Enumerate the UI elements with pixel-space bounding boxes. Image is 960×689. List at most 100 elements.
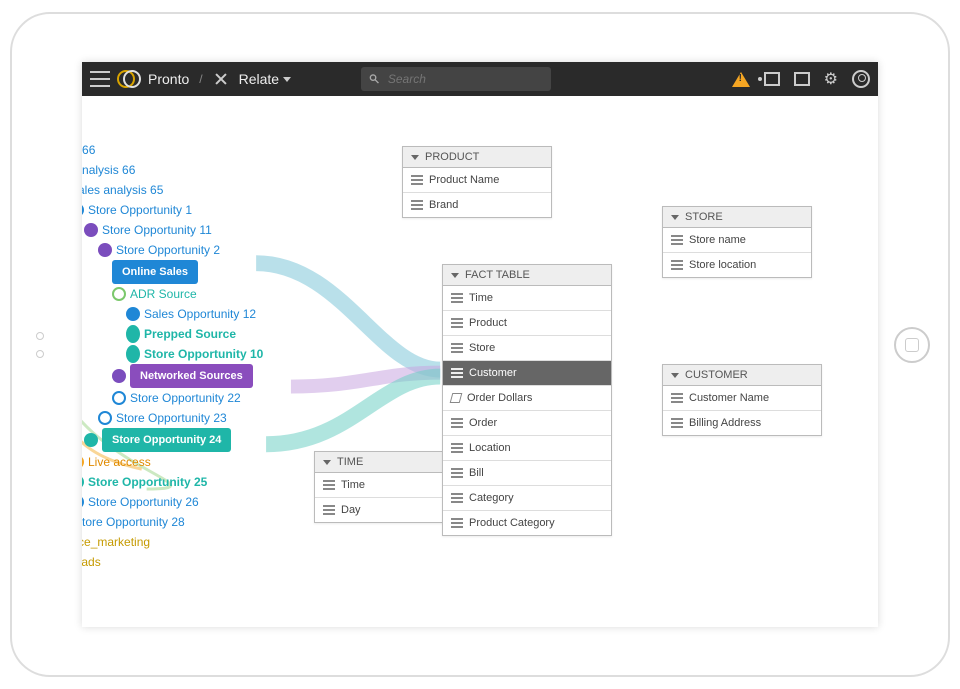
field-type-icon (671, 260, 683, 270)
tree-node[interactable]: Live access (82, 452, 302, 472)
panel-field-row[interactable]: Product (443, 311, 611, 336)
field-type-icon (451, 443, 463, 453)
panel-field-row[interactable]: Day (315, 498, 453, 522)
field-label: Time (469, 292, 493, 304)
settings-icon[interactable]: ⚙ (824, 69, 838, 89)
panel-field-row[interactable]: Category (443, 486, 611, 511)
panel-field-row[interactable]: Customer (443, 361, 611, 386)
field-label: Store (469, 342, 495, 354)
field-type-icon (451, 343, 463, 353)
node-pill: Networked Sources (130, 364, 253, 388)
panel-field-row[interactable]: Store (443, 336, 611, 361)
tree-node[interactable]: Networked Sources (82, 364, 302, 388)
panel-title: TIME (337, 456, 363, 468)
panel-field-row[interactable]: Time (315, 473, 453, 498)
workspace[interactable]: nalysis 66Sales analysis 66Sales analysi… (82, 96, 878, 627)
node-label: Store Opportunity 23 (116, 408, 227, 428)
node-label: Store Opportunity 1 (88, 200, 192, 220)
topbar-actions: ⚙ (732, 69, 870, 89)
field-label: Store location (689, 259, 756, 271)
field-label: Day (341, 504, 361, 516)
field-label: Category (469, 492, 514, 504)
present-icon[interactable] (764, 72, 780, 86)
panel-fact-table[interactable]: FACT TABLE Time Product Store Customer Order… (442, 264, 612, 536)
search-input[interactable] (386, 71, 543, 87)
tree-node[interactable]: Sales analysis 65 (82, 180, 302, 200)
panel-header[interactable]: PRODUCT (403, 147, 551, 168)
panel-field-row[interactable]: Product Category (443, 511, 611, 535)
node-label: Store Opportunity 22 (130, 388, 241, 408)
tree-node[interactable]: Store Opportunity 28 (82, 512, 302, 532)
tree-node[interactable]: nalysis 66 (82, 140, 302, 160)
field-type-icon (451, 293, 463, 303)
node-label: Store Opportunity 28 (82, 512, 185, 532)
tree-node[interactable]: Sales Opportunity 12 (82, 304, 302, 324)
tree-node[interactable]: Store Opportunity 2 (82, 240, 302, 260)
panel-customer[interactable]: CUSTOMER Customer NameBilling Address (662, 364, 822, 436)
tree-node[interactable]: ADR Source (82, 284, 302, 304)
search-box[interactable] (361, 67, 551, 91)
node-label: orce_leads (82, 552, 101, 572)
tree-node[interactable]: Store Opportunity 10 (82, 344, 302, 364)
panel-field-row[interactable]: Order Dollars (443, 386, 611, 411)
node-type-icon (84, 433, 98, 447)
node-label: Prepped Source (144, 324, 236, 344)
panel-field-row[interactable]: Customer Name (663, 386, 821, 411)
field-label: Order (469, 417, 497, 429)
node-label: alesforce_marketing (82, 532, 150, 552)
field-label: Order Dollars (467, 392, 532, 404)
panel-header[interactable]: STORE (663, 207, 811, 228)
tree-node[interactable]: Store Opportunity 1 (82, 200, 302, 220)
node-label: nalysis 66 (82, 140, 95, 160)
panel-header[interactable]: FACT TABLE (443, 265, 611, 286)
section-dropdown[interactable]: Relate (239, 71, 291, 87)
warning-icon[interactable] (732, 72, 750, 87)
node-label: Store Opportunity 2 (116, 240, 220, 260)
field-label: Location (469, 442, 511, 454)
panel-field-row[interactable]: Product Name (403, 168, 551, 193)
field-label: Time (341, 479, 365, 491)
panel-field-row[interactable]: Store name (663, 228, 811, 253)
panel-field-row[interactable]: Location (443, 436, 611, 461)
source-tree[interactable]: nalysis 66Sales analysis 66Sales analysi… (82, 140, 302, 572)
panel-field-row[interactable]: Bill (443, 461, 611, 486)
tree-node[interactable]: Store Opportunity 25 (82, 472, 302, 492)
node-type-icon (126, 345, 140, 363)
field-type-icon (671, 393, 683, 403)
tree-node[interactable]: Store Opportunity 22 (82, 388, 302, 408)
field-type-icon (450, 393, 463, 403)
tree-node[interactable]: alesforce_marketing (82, 532, 302, 552)
tree-node[interactable]: Online Sales (82, 260, 302, 284)
panel-title: FACT TABLE (465, 269, 530, 281)
tree-node[interactable]: Store Opportunity 26 (82, 492, 302, 512)
panel-header[interactable]: TIME (315, 452, 453, 473)
panel-product[interactable]: PRODUCT Product Name Brand (402, 146, 552, 218)
tablet-home-button[interactable] (894, 327, 930, 363)
panel-header[interactable]: CUSTOMER (663, 365, 821, 386)
panel-field-row[interactable]: Brand (403, 193, 551, 217)
field-label: Brand (429, 199, 458, 211)
panel-store[interactable]: STORE Store name Store location (662, 206, 812, 278)
field-type-icon (451, 493, 463, 503)
tree-node[interactable]: Store Opportunity 11 (82, 220, 302, 240)
tree-node[interactable]: Store Opportunity 24 (82, 428, 302, 452)
field-type-icon (671, 235, 683, 245)
fullscreen-icon[interactable] (794, 72, 810, 86)
tree-node[interactable]: Sales analysis 66 (82, 160, 302, 180)
panel-field-row[interactable]: Order (443, 411, 611, 436)
tree-node[interactable]: Prepped Source (82, 324, 302, 344)
app-name[interactable]: Pronto (148, 71, 189, 87)
panel-time[interactable]: TIME Time Day (314, 451, 454, 523)
node-pill: Online Sales (112, 260, 198, 284)
panel-field-row[interactable]: Store location (663, 253, 811, 277)
tree-node[interactable]: Store Opportunity 23 (82, 408, 302, 428)
menu-icon[interactable] (90, 71, 110, 87)
panel-field-row[interactable]: Time (443, 286, 611, 311)
user-menu-icon[interactable] (852, 70, 870, 88)
field-type-icon (671, 418, 683, 428)
panel-field-row[interactable]: Billing Address (663, 411, 821, 435)
field-type-icon (411, 175, 423, 185)
breadcrumb-separator: / (199, 72, 202, 86)
node-type-icon (82, 203, 84, 217)
tree-node[interactable]: orce_leads (82, 552, 302, 572)
